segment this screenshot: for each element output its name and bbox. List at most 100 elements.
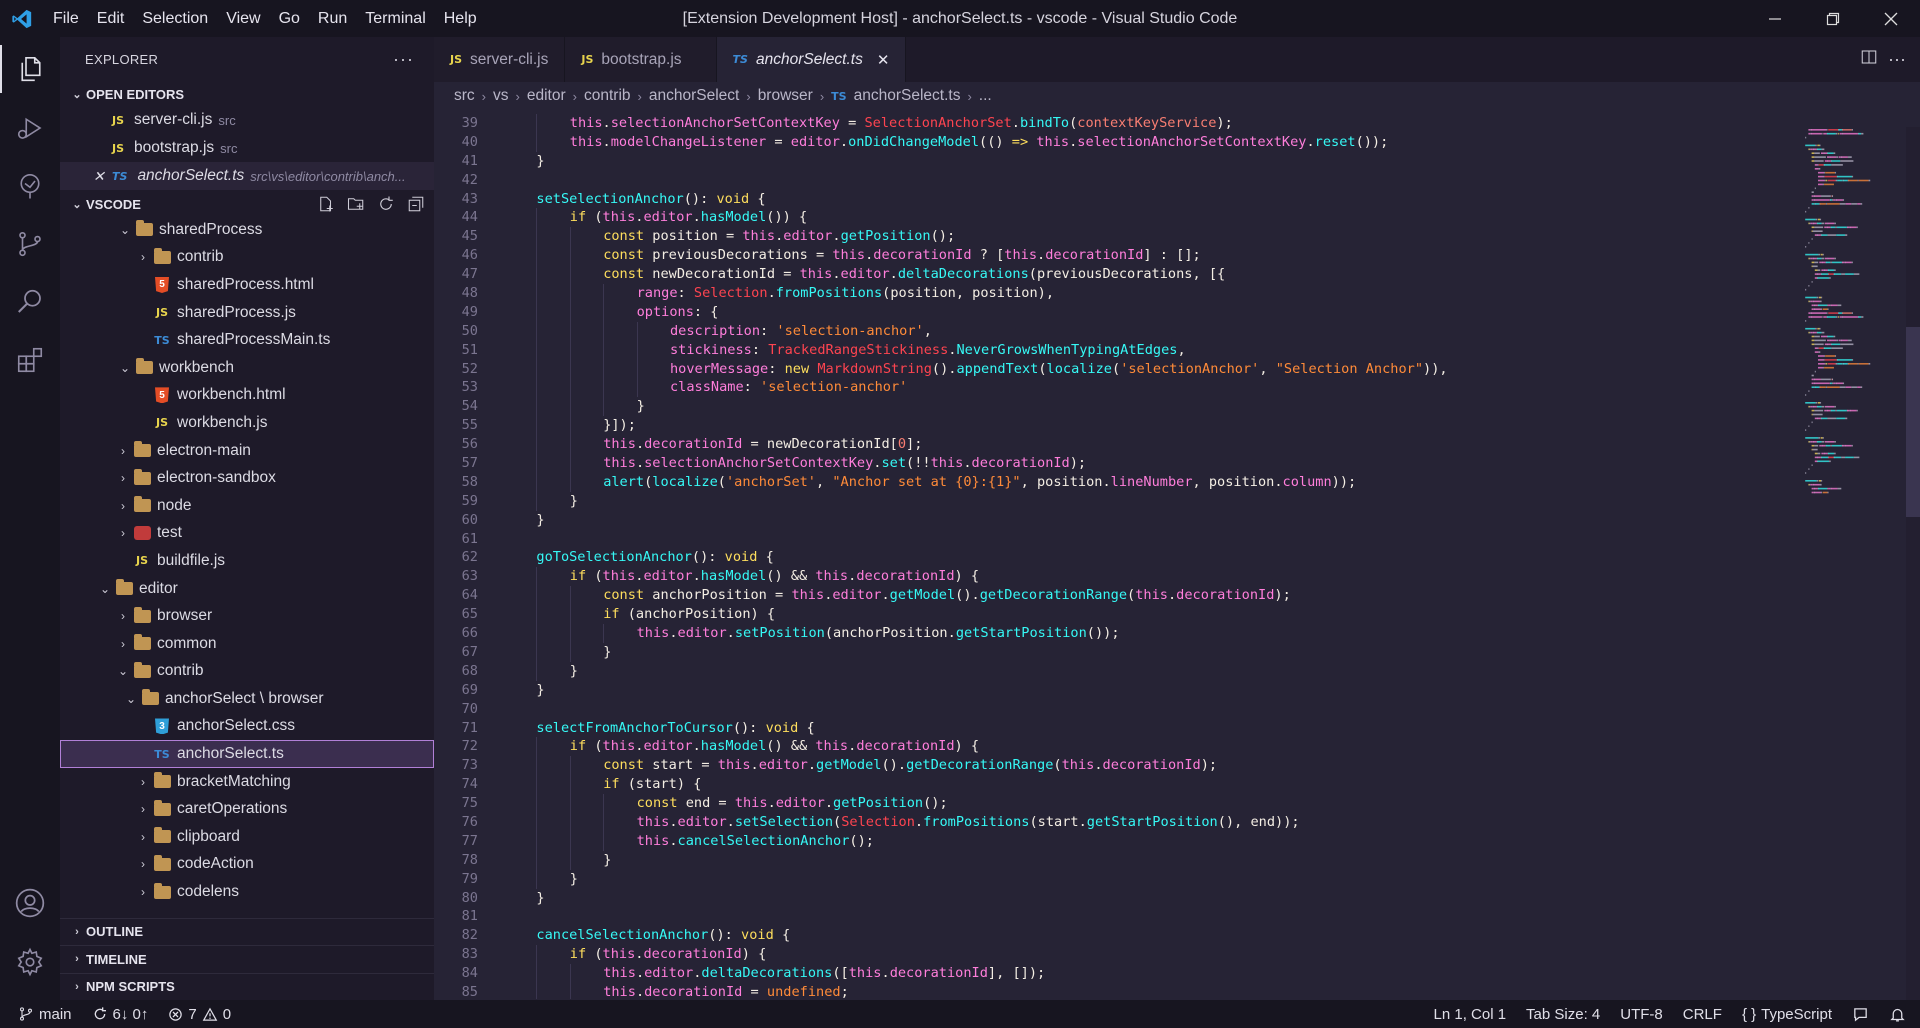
- tab-bootstrap[interactable]: JS bootstrap.js: [565, 37, 717, 82]
- menu-selection[interactable]: Selection: [133, 0, 217, 37]
- tree-file-anchorselect-css[interactable]: 3 anchorSelect.css: [60, 713, 434, 741]
- open-editor-item[interactable]: JS bootstrap.js src: [60, 134, 434, 162]
- tree-folder-caretoperations[interactable]: › caretOperations: [60, 795, 434, 823]
- problems-status[interactable]: 7 0: [158, 1000, 241, 1028]
- run-debug-icon[interactable]: [0, 104, 60, 152]
- scrollbar-thumb[interactable]: [1906, 327, 1920, 517]
- test-folder-icon: [133, 526, 151, 541]
- minimap-mark: [1809, 405, 1811, 408]
- tree-file-sharedprocessmain-ts[interactable]: TS sharedProcessMain.ts: [60, 326, 434, 354]
- minimap-mark: [1814, 335, 1820, 338]
- tree-folder-codelens[interactable]: › codelens: [60, 878, 434, 906]
- outline-section[interactable]: › OUTLINE: [60, 917, 434, 946]
- menu-go[interactable]: Go: [270, 0, 309, 37]
- code-editor[interactable]: 39 this.selectionAnchorSetContextKey = Se…: [434, 114, 1774, 999]
- feedback-button[interactable]: [1842, 1000, 1879, 1028]
- breadcrumb-item[interactable]: vs: [493, 87, 509, 105]
- tab-server-cli[interactable]: JS server-cli.js: [434, 37, 566, 82]
- minimap-mark: [1818, 171, 1825, 174]
- menu-terminal[interactable]: Terminal: [356, 0, 434, 37]
- more-actions-icon[interactable]: ···: [1888, 49, 1906, 70]
- accounts-icon[interactable]: [0, 879, 60, 927]
- code-token: .: [726, 625, 735, 642]
- explorer-icon[interactable]: [0, 45, 60, 93]
- source-control-icon[interactable]: [0, 220, 60, 268]
- tree-folder-workbench[interactable]: ⌄ workbench: [60, 354, 434, 382]
- tree-folder-test[interactable]: › test: [60, 520, 434, 548]
- tree-folder-anchorselect-browser[interactable]: ⌄ anchorSelect \ browser: [60, 685, 434, 713]
- tab-anchorselect-active[interactable]: TS anchorSelect.ts ✕: [716, 37, 907, 82]
- notifications-button[interactable]: [1879, 1000, 1920, 1028]
- line-content: if (this.decorationId) {: [478, 945, 766, 965]
- breadcrumb-item[interactable]: editor: [527, 87, 566, 105]
- menu-file[interactable]: File: [44, 0, 88, 37]
- breadcrumb-item[interactable]: src: [454, 87, 475, 105]
- breadcrumb-file[interactable]: anchorSelect.ts: [854, 87, 961, 105]
- tree-folder-contrib[interactable]: › contrib: [60, 244, 434, 272]
- restore-button[interactable]: [1804, 0, 1862, 37]
- tree-folder-sharedprocess[interactable]: ⌄ sharedProcess: [60, 216, 434, 244]
- tree-file-sharedprocess-js[interactable]: JS sharedProcess.js: [60, 299, 434, 327]
- tree-file-sharedprocess-html[interactable]: 5 sharedProcess.html: [60, 271, 434, 299]
- menu-run[interactable]: Run: [309, 0, 356, 37]
- breadcrumb-item[interactable]: browser: [758, 87, 813, 105]
- minimap[interactable]: [1798, 127, 1908, 507]
- encoding[interactable]: UTF-8: [1610, 1000, 1673, 1028]
- tree-folder-common[interactable]: › common: [60, 630, 434, 658]
- tree-folder-browser[interactable]: › browser: [60, 602, 434, 630]
- menu-help[interactable]: Help: [435, 0, 486, 37]
- search-icon[interactable]: [0, 278, 60, 326]
- breadcrumb-item[interactable]: anchorSelect: [649, 87, 739, 105]
- tree-file-workbench-html[interactable]: 5 workbench.html: [60, 382, 434, 410]
- open-editor-item-active[interactable]: ✕ TS anchorSelect.ts src\vs\editor\contr…: [60, 162, 434, 190]
- tree-folder-bracketmatching[interactable]: › bracketMatching: [60, 768, 434, 796]
- more-actions-icon[interactable]: ···: [393, 49, 414, 70]
- timeline-section[interactable]: › TIMELINE: [60, 945, 434, 973]
- branch-status[interactable]: main: [0, 1000, 82, 1028]
- collapse-all-icon[interactable]: [404, 194, 428, 214]
- breadcrumb-symbol[interactable]: ...: [979, 87, 992, 105]
- menu-view[interactable]: View: [217, 0, 269, 37]
- workspace-section[interactable]: ⌄ VSCODE: [60, 192, 434, 216]
- close-icon[interactable]: ✕: [93, 168, 105, 185]
- tree-folder-codeaction[interactable]: › codeAction: [60, 851, 434, 879]
- minimap-mark: [1808, 148, 1810, 151]
- new-file-icon[interactable]: [314, 194, 338, 214]
- refresh-icon[interactable]: [374, 194, 398, 214]
- tree-folder-editor[interactable]: ⌄ editor: [60, 575, 434, 603]
- tree-file-buildfile-js[interactable]: JS buildfile.js: [60, 547, 434, 575]
- settings-gear-icon[interactable]: [0, 938, 60, 986]
- tree-folder-clipboard[interactable]: › clipboard: [60, 823, 434, 851]
- tab-size[interactable]: Tab Size: 4: [1516, 1000, 1610, 1028]
- tree-folder-contrib-editor[interactable]: ⌄ contrib: [60, 658, 434, 686]
- new-folder-icon[interactable]: [344, 194, 368, 214]
- close-window-button[interactable]: [1862, 0, 1920, 37]
- tree-item-label: contrib: [157, 662, 204, 680]
- sync-status[interactable]: 6↓ 0↑: [82, 1000, 159, 1028]
- extensions-icon[interactable]: [0, 336, 60, 384]
- tree-folder-node[interactable]: › node: [60, 492, 434, 520]
- language-mode[interactable]: { } TypeScript: [1732, 1000, 1842, 1028]
- open-editors-section[interactable]: ⌄ OPEN EDITORS: [60, 82, 434, 106]
- open-editor-item[interactable]: JS server-cli.js src: [60, 106, 434, 134]
- indent-guide: [569, 435, 571, 455]
- minimap-mark: [1827, 441, 1835, 443]
- code-token: .: [881, 965, 890, 982]
- indent-guide: [569, 340, 571, 360]
- code-token: undefined: [766, 983, 841, 999]
- cursor-position[interactable]: Ln 1, Col 1: [1424, 1000, 1517, 1028]
- tree-folder-electron-sandbox[interactable]: › electron-sandbox: [60, 464, 434, 492]
- line-ending[interactable]: CRLF: [1673, 1000, 1732, 1028]
- tree-file-workbench-js[interactable]: JS workbench.js: [60, 409, 434, 437]
- remote-explorer-icon[interactable]: [0, 162, 60, 210]
- indent-guide: [536, 642, 538, 662]
- minimize-button[interactable]: [1746, 0, 1804, 37]
- npm-scripts-section[interactable]: › NPM SCRIPTS: [60, 972, 434, 1001]
- breadcrumb-item[interactable]: contrib: [584, 87, 631, 105]
- editor-scrollbar[interactable]: [1906, 127, 1920, 1000]
- split-editor-icon[interactable]: [1860, 48, 1878, 71]
- tree-file-anchorselect-ts-selected[interactable]: TS anchorSelect.ts: [60, 740, 434, 768]
- menu-edit[interactable]: Edit: [88, 0, 134, 37]
- tree-folder-electron-main[interactable]: › electron-main: [60, 437, 434, 465]
- close-icon[interactable]: ✕: [877, 51, 890, 69]
